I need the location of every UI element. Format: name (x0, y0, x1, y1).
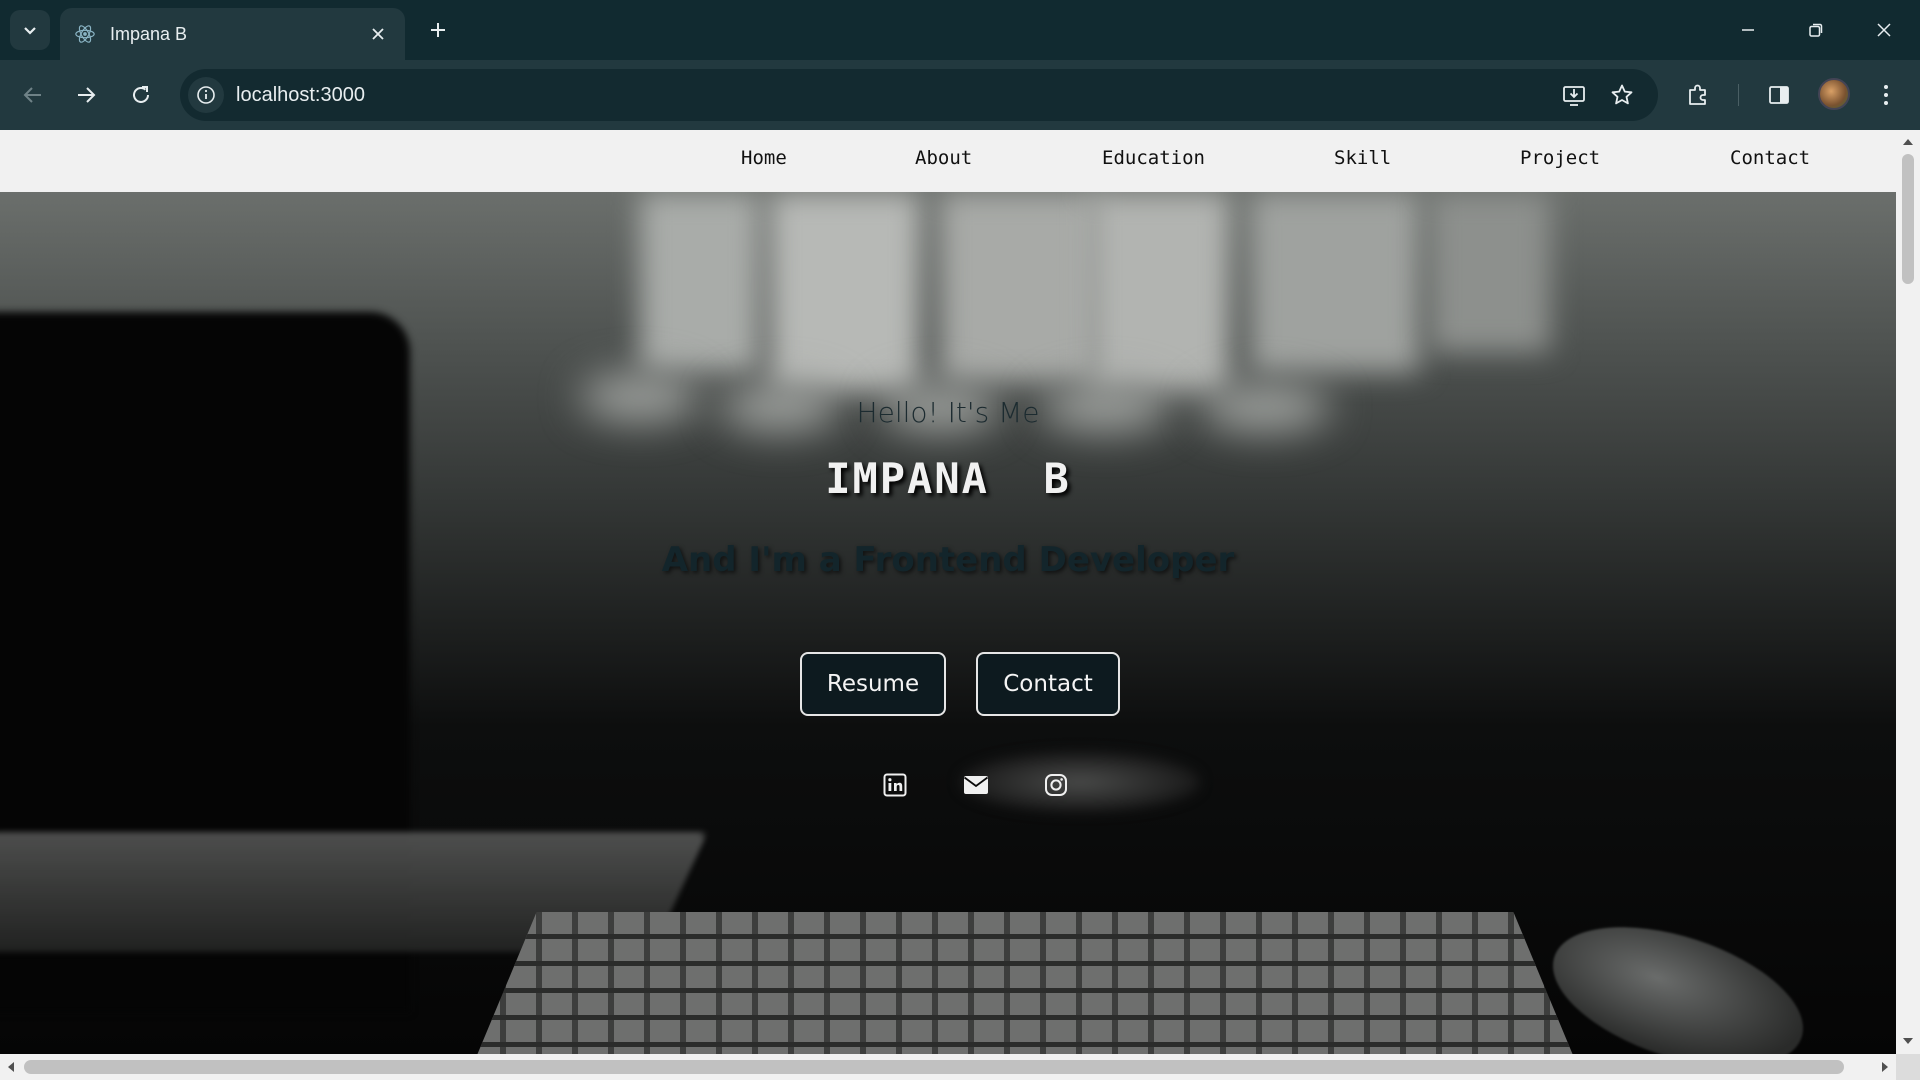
star-icon (1611, 84, 1633, 105)
back-button[interactable] (13, 75, 53, 115)
info-icon (197, 86, 215, 104)
nav-link-skill[interactable]: Skill (1334, 130, 1391, 186)
address-bar[interactable]: localhost:3000 (180, 69, 1658, 121)
hero-role: And I'm a Frontend Developer (661, 540, 1235, 580)
hero-content: Hello! It's Me IMPANA B And I'm a Fronte… (0, 192, 1896, 1054)
puzzle-icon (1689, 84, 1706, 105)
close-window-button[interactable] (1850, 0, 1918, 60)
forward-arrow-icon (78, 87, 96, 103)
scroll-left-arrow-icon[interactable] (8, 1062, 14, 1072)
hero-section: Hello! It's Me IMPANA B And I'm a Fronte… (0, 192, 1896, 1054)
url-text[interactable]: localhost:3000 (236, 69, 365, 121)
chevron-down-icon (24, 27, 36, 35)
restore-button[interactable] (1782, 0, 1850, 60)
linkedin-icon (883, 773, 907, 797)
site-info-button[interactable] (188, 77, 224, 113)
instagram-icon (1045, 774, 1067, 796)
resume-button[interactable]: Resume (800, 652, 946, 716)
minimize-icon (1742, 29, 1754, 31)
tab-strip: Impana B (0, 0, 1920, 60)
scroll-up-arrow-icon[interactable] (1903, 139, 1913, 145)
reload-icon (133, 86, 149, 103)
restore-icon (1809, 23, 1823, 37)
close-icon (372, 28, 384, 40)
linkedin-link[interactable] (880, 770, 910, 800)
vertical-scroll-thumb[interactable] (1902, 154, 1914, 284)
kebab-menu-icon (1884, 85, 1888, 105)
page-viewport: Home About Education Skill Project Conta… (0, 130, 1896, 1054)
contact-button[interactable]: Contact (976, 652, 1120, 716)
scrollbar-corner (1896, 1054, 1920, 1080)
toolbar-divider (1738, 84, 1739, 106)
mail-icon (963, 776, 989, 794)
tab-close-button[interactable] (365, 21, 391, 47)
instagram-link[interactable] (1041, 770, 1071, 800)
scroll-down-arrow-icon[interactable] (1903, 1038, 1913, 1044)
side-panel-icon (1769, 86, 1789, 104)
close-icon (1877, 23, 1891, 37)
forward-button[interactable] (66, 75, 106, 115)
nav-link-project[interactable]: Project (1520, 130, 1600, 186)
avatar[interactable] (1818, 78, 1850, 110)
new-tab-button[interactable] (422, 14, 454, 46)
side-panel-button[interactable] (1761, 77, 1797, 113)
bookmark-button[interactable] (1606, 79, 1638, 111)
horizontal-scrollbar[interactable] (0, 1054, 1896, 1080)
hero-name: IMPANA B (825, 454, 1071, 503)
nav-link-contact[interactable]: Contact (1730, 130, 1810, 186)
browser-tab[interactable]: Impana B (60, 8, 405, 60)
nav-link-about[interactable]: About (915, 130, 972, 186)
extensions-button[interactable] (1680, 77, 1716, 113)
vertical-scrollbar[interactable] (1896, 130, 1920, 1054)
nav-link-education[interactable]: Education (1102, 130, 1205, 186)
minimize-button[interactable] (1714, 0, 1782, 60)
install-app-icon (1563, 86, 1585, 106)
plus-icon (431, 23, 445, 37)
tab-title: Impana B (110, 23, 188, 44)
install-app-button[interactable] (1558, 79, 1590, 111)
back-arrow-icon (23, 87, 41, 103)
site-navbar: Home About Education Skill Project Conta… (0, 130, 1896, 192)
mail-link[interactable] (961, 770, 991, 800)
browser-toolbar: localhost:3000 (0, 60, 1920, 130)
reload-button[interactable] (121, 75, 161, 115)
scroll-right-arrow-icon[interactable] (1882, 1062, 1888, 1072)
react-icon (75, 25, 95, 43)
hero-greeting: Hello! It's Me (856, 396, 1040, 429)
tab-search-button[interactable] (10, 10, 50, 50)
nav-link-home[interactable]: Home (741, 130, 787, 186)
horizontal-scroll-thumb[interactable] (24, 1060, 1844, 1074)
browser-menu-button[interactable] (1868, 77, 1904, 113)
